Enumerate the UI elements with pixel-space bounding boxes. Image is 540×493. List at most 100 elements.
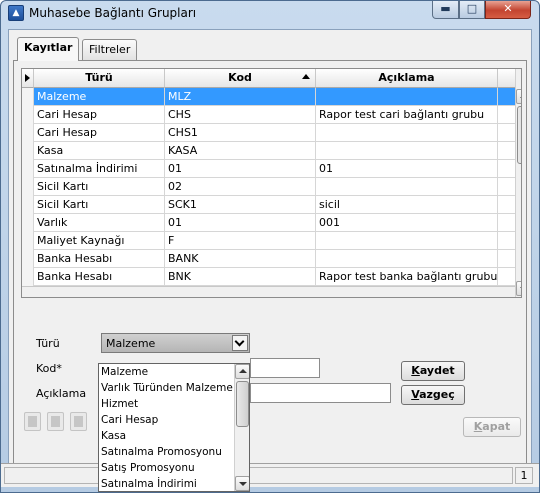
close-window-button[interactable]: ✕ xyxy=(485,1,531,19)
tab-filtreler[interactable]: Filtreler xyxy=(82,39,138,60)
app-window: ▲ Muhasebe Bağlantı Grupları ▬ □ ✕ Kayıt… xyxy=(0,0,540,493)
minimize-button[interactable]: ▬ xyxy=(432,1,459,19)
cell-aciklama[interactable]: 001 xyxy=(316,214,498,232)
dropdown-item[interactable]: Kasa xyxy=(99,428,235,444)
vazgec-button[interactable]: Vazgeç xyxy=(401,385,465,405)
dropdown-scroll-up-button[interactable] xyxy=(235,364,249,379)
kapat-mnemonic: K xyxy=(473,420,483,433)
tab-kayitlar[interactable]: Kayıtlar xyxy=(17,37,80,61)
cell-aciklama[interactable] xyxy=(316,142,498,160)
cell-turu[interactable]: Varlık xyxy=(34,214,165,232)
table-row[interactable]: Cari Hesap CHS Rapor test cari bağlantı gr… xyxy=(22,106,516,124)
combo-dropdown-button[interactable] xyxy=(232,335,248,351)
cell-kod[interactable]: F xyxy=(165,232,316,250)
row-indicator-cell xyxy=(22,178,34,196)
cell-turu[interactable]: Cari Hesap xyxy=(34,124,165,142)
column-header-turu[interactable]: Türü xyxy=(34,69,165,88)
dropdown-item[interactable]: Hizmet xyxy=(99,396,235,412)
dropdown-item[interactable]: Satınalma İndirimi xyxy=(99,476,235,491)
cell-aciklama[interactable] xyxy=(316,178,498,196)
turu-combobox[interactable]: Malzeme xyxy=(101,333,250,353)
table-row[interactable]: Satınalma İndirimi 01 01 xyxy=(22,160,516,178)
cell-turu[interactable]: Satınalma İndirimi xyxy=(34,160,165,178)
status-page-number: 1 xyxy=(515,467,533,484)
row-indicator-cell xyxy=(22,196,34,214)
app-logo-icon: ▲ xyxy=(8,5,24,21)
delete-record-button[interactable] xyxy=(70,412,87,431)
cell-kod[interactable]: 01 xyxy=(165,160,316,178)
maximize-button[interactable]: □ xyxy=(459,1,485,19)
new-record-icon xyxy=(28,416,37,427)
cell-aciklama[interactable]: Rapor test banka bağlantı grubu xyxy=(316,268,498,286)
cell-turu[interactable]: Banka Hesabı xyxy=(34,250,165,268)
cell-kod[interactable]: CHS1 xyxy=(165,124,316,142)
cell-kod[interactable]: BANK xyxy=(165,250,316,268)
client-area: Kayıtlar Filtreler Türü Kod Açıklama Mal… xyxy=(8,29,532,487)
cell-kod[interactable]: 02 xyxy=(165,178,316,196)
dropdown-item[interactable]: Cari Hesap xyxy=(99,412,235,428)
table-row[interactable]: Sicil Kartı SCK1 sicil xyxy=(22,196,516,214)
cell-aciklama[interactable]: sicil xyxy=(316,196,498,214)
header-filler xyxy=(498,69,516,88)
table-row[interactable]: Maliyet Kaynağı F xyxy=(22,232,516,250)
cell-turu[interactable]: Sicil Kartı xyxy=(34,196,165,214)
cell-kod[interactable]: BNK xyxy=(165,268,316,286)
cell-turu[interactable]: Cari Hesap xyxy=(34,106,165,124)
cell-turu[interactable]: Kasa xyxy=(34,142,165,160)
scroll-up-button[interactable] xyxy=(516,89,521,104)
kod-input[interactable] xyxy=(250,358,320,378)
sort-ascending-icon xyxy=(302,74,310,79)
cell-aciklama[interactable] xyxy=(316,250,498,268)
turu-dropdown-list[interactable]: Malzeme Varlık Türünden Malzeme Hizmet Cari… xyxy=(98,363,250,492)
table-row[interactable]: Malzeme MLZ xyxy=(22,88,516,106)
grid-vertical-scrollbar[interactable] xyxy=(515,69,521,297)
cell-kod[interactable]: CHS xyxy=(165,106,316,124)
table-row[interactable]: Banka Hesabı BNK Rapor test banka bağlantı… xyxy=(22,268,516,286)
cell-aciklama[interactable] xyxy=(316,124,498,142)
cell-turu[interactable]: Malzeme xyxy=(34,88,165,106)
cell-aciklama[interactable]: Rapor test cari bağlantı grubu xyxy=(316,106,498,124)
dropdown-item[interactable]: Malzeme xyxy=(99,364,235,380)
cell-aciklama[interactable] xyxy=(316,232,498,250)
row-indicator-cell xyxy=(22,232,34,250)
arrow-up-icon xyxy=(520,94,521,98)
table-row[interactable]: Sicil Kartı 02 xyxy=(22,178,516,196)
turu-label: Türü xyxy=(36,337,60,350)
dropdown-scroll-thumb[interactable] xyxy=(236,381,249,427)
cell-turu[interactable]: Maliyet Kaynağı xyxy=(34,232,165,250)
kod-label: Kod* xyxy=(36,362,62,375)
cell-aciklama[interactable]: 01 xyxy=(316,160,498,178)
chevron-down-icon xyxy=(234,336,245,347)
row-indicator-cell xyxy=(22,268,34,286)
table-row[interactable]: Cari Hesap CHS1 xyxy=(22,124,516,142)
row-indicator-cell xyxy=(22,88,34,106)
cell-kod[interactable]: KASA xyxy=(165,142,316,160)
table-row[interactable]: Varlık 01 001 xyxy=(22,214,516,232)
scroll-thumb[interactable] xyxy=(517,106,521,164)
dropdown-scroll-down-button[interactable] xyxy=(235,476,249,491)
arrow-down-icon xyxy=(520,287,521,291)
cell-kod[interactable]: 01 xyxy=(165,214,316,232)
column-header-kod[interactable]: Kod xyxy=(165,69,316,88)
dropdown-item[interactable]: Satış Promosyonu xyxy=(99,460,235,476)
kaydet-button[interactable]: Kaydet xyxy=(401,361,465,381)
new-record-button[interactable] xyxy=(24,412,41,431)
cell-turu[interactable]: Sicil Kartı xyxy=(34,178,165,196)
cell-aciklama[interactable] xyxy=(316,88,498,106)
copy-record-button[interactable] xyxy=(47,412,64,431)
kapat-button[interactable]: Kapat xyxy=(463,417,521,437)
title-bar: ▲ Muhasebe Bağlantı Grupları ▬ □ ✕ xyxy=(1,1,539,25)
table-row[interactable]: Banka Hesabı BANK xyxy=(22,250,516,268)
cell-turu[interactable]: Banka Hesabı xyxy=(34,268,165,286)
column-header-aciklama[interactable]: Açıklama xyxy=(316,69,498,88)
aciklama-input[interactable] xyxy=(250,383,391,403)
cell-kod[interactable]: MLZ xyxy=(165,88,316,106)
dropdown-item[interactable]: Varlık Türünden Malzeme xyxy=(99,380,235,396)
dropdown-item[interactable]: Satınalma Promosyonu xyxy=(99,444,235,460)
table-row[interactable]: Kasa KASA xyxy=(22,142,516,160)
vazgec-label: azgeç xyxy=(419,388,455,401)
dropdown-scrollbar[interactable] xyxy=(234,364,249,491)
scroll-down-button[interactable] xyxy=(516,281,521,296)
cell-kod[interactable]: SCK1 xyxy=(165,196,316,214)
tab-panel-kayitlar: Türü Kod Açıklama Malzeme MLZ Cari Hesap CH… xyxy=(13,60,527,474)
